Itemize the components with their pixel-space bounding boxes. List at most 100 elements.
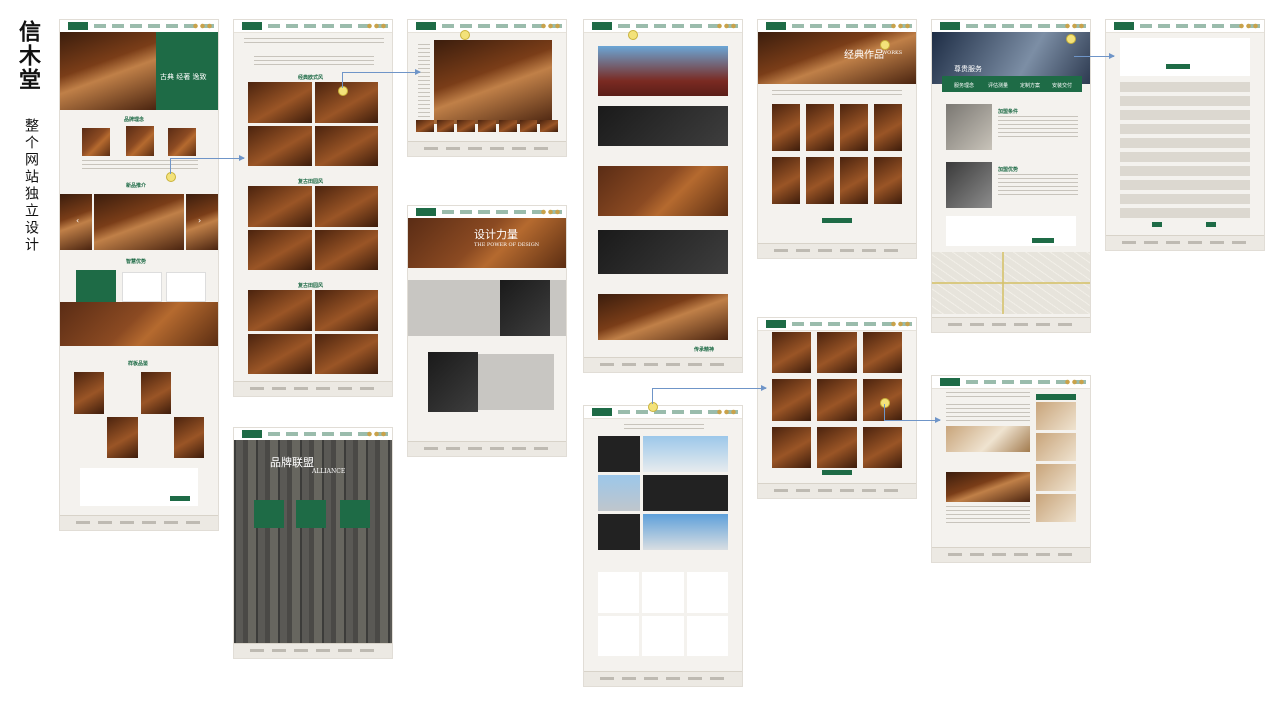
machine-photo[interactable] [686, 572, 728, 613]
sidebar-thumb[interactable] [1036, 463, 1076, 492]
filter-icons[interactable] [254, 56, 374, 66]
partner-logo-2[interactable] [296, 500, 326, 528]
case-thumb[interactable] [173, 416, 204, 458]
case-thumb[interactable] [74, 416, 105, 458]
social-icons [716, 409, 736, 415]
work-thumb[interactable] [840, 104, 868, 151]
category-tabs[interactable] [244, 38, 384, 44]
work-thumb[interactable] [862, 426, 902, 468]
product-thumb[interactable] [314, 125, 378, 166]
work-thumb[interactable] [772, 379, 812, 421]
work-thumb[interactable] [806, 157, 834, 204]
machine-photo[interactable] [598, 572, 640, 613]
load-more-button[interactable] [822, 218, 852, 223]
prev-page-button[interactable] [1152, 222, 1162, 227]
hotspot-marker [338, 86, 348, 96]
step-4[interactable]: 安装交付 [1052, 82, 1072, 89]
flow-arrow [170, 155, 245, 161]
work-thumb[interactable] [806, 104, 834, 151]
product-thumb[interactable] [248, 82, 312, 123]
detail-thumb[interactable] [498, 120, 517, 132]
product-thumb[interactable] [314, 186, 378, 227]
partner-logo-1[interactable] [254, 500, 284, 528]
page-spirit: 传承精神 [584, 20, 742, 372]
header [584, 20, 742, 33]
work-thumb[interactable] [840, 157, 868, 204]
step-2[interactable]: 评估测量 [988, 82, 1008, 89]
partner-logo-3[interactable] [340, 500, 370, 528]
case-thumb[interactable] [140, 416, 171, 458]
works-filter-tabs[interactable] [772, 90, 902, 96]
chevron-left-icon[interactable]: ‹ [76, 216, 79, 225]
product-thumb[interactable] [314, 290, 378, 331]
machine-photo[interactable] [642, 615, 684, 656]
detail-thumb[interactable] [457, 120, 476, 132]
service-card-1[interactable] [76, 270, 116, 302]
sidebar-thumbs [1036, 402, 1076, 522]
machine-grid [598, 572, 728, 656]
machine-photo[interactable] [686, 615, 728, 656]
service-photo-1 [946, 104, 992, 150]
page-works-list [758, 318, 916, 498]
detail-thumb[interactable] [436, 120, 455, 132]
product-thumb[interactable] [248, 186, 312, 227]
case-thumb[interactable] [107, 416, 138, 458]
flow-arrow [342, 72, 343, 88]
hero-tagline: 古典 经著 逸致 [160, 73, 207, 81]
submit-button[interactable] [1032, 238, 1054, 243]
service-card-2[interactable] [122, 272, 162, 302]
work-thumb[interactable] [817, 426, 857, 468]
work-thumb[interactable] [772, 426, 812, 468]
service-card-3[interactable] [166, 272, 206, 302]
submit-button[interactable] [170, 496, 190, 501]
work-thumb[interactable] [772, 332, 812, 374]
step-1[interactable]: 服务理念 [954, 82, 974, 89]
factory-photo [643, 436, 728, 472]
product-thumb[interactable] [314, 229, 378, 270]
logo [940, 378, 960, 386]
work-thumb[interactable] [874, 104, 902, 151]
sidebar-thumb[interactable] [1036, 432, 1076, 461]
case-thumb[interactable] [74, 372, 105, 414]
page-factory [584, 406, 742, 686]
detail-thumb[interactable] [519, 120, 538, 132]
case-thumb[interactable] [173, 372, 204, 414]
page-home: 古典 经著 逸致 品牌理念 新品推介 ‹ › 智慧优势 样板品鉴 [60, 20, 218, 530]
work-thumb[interactable] [862, 332, 902, 374]
machine-photo[interactable] [598, 615, 640, 656]
sec-service-title: 智慧优势 [126, 259, 147, 265]
sidebar-thumb[interactable] [1036, 494, 1076, 522]
detail-thumb[interactable] [416, 120, 434, 132]
machine-photo[interactable] [642, 572, 684, 613]
header [932, 376, 1090, 389]
page-design: 设计力量 THE POWER OF DESIGN [408, 206, 566, 456]
case-thumb[interactable] [107, 372, 138, 414]
social-icons [1064, 23, 1084, 29]
footer [234, 381, 392, 396]
chevron-right-icon[interactable]: › [198, 216, 201, 225]
product-thumb[interactable] [248, 333, 312, 374]
design-title: 设计力量 [474, 228, 518, 241]
load-more-button[interactable] [822, 470, 852, 475]
submit-message-button[interactable] [1166, 64, 1190, 69]
case-thumb[interactable] [140, 372, 171, 414]
hotspot-marker [880, 398, 890, 408]
work-thumb[interactable] [817, 379, 857, 421]
alliance-title: 品牌联盟 [270, 456, 314, 469]
product-thumb[interactable] [248, 125, 312, 166]
step-3[interactable]: 定制方案 [1020, 82, 1040, 89]
work-thumb[interactable] [772, 157, 800, 204]
flow-arrow [1074, 53, 1115, 59]
detail-thumb[interactable] [478, 120, 496, 132]
sidebar-header [1036, 394, 1076, 400]
product-thumb[interactable] [248, 229, 312, 270]
next-page-button[interactable] [1206, 222, 1216, 227]
product-thumb[interactable] [314, 333, 378, 374]
social-icons [890, 23, 910, 29]
detail-thumb[interactable] [540, 120, 558, 132]
product-thumb[interactable] [248, 290, 312, 331]
sidebar-thumb[interactable] [1036, 402, 1076, 430]
work-thumb[interactable] [817, 332, 857, 374]
work-thumb[interactable] [772, 104, 800, 151]
work-thumb[interactable] [874, 157, 902, 204]
